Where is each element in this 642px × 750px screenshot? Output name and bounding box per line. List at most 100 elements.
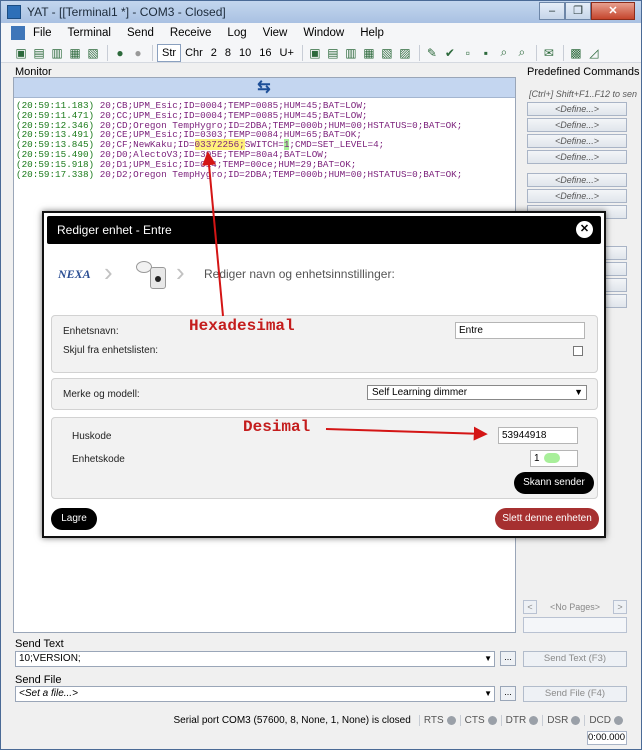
monitor-rx-icon[interactable]: ▥ (343, 45, 359, 61)
find-icon[interactable]: ⌕ (496, 45, 512, 61)
house-code-input[interactable]: 53944918 (498, 427, 578, 444)
predefined-command-3[interactable]: <Define...> (527, 134, 627, 148)
brand-model-select[interactable]: Self Learning dimmer ▼ (367, 385, 587, 400)
chevron-down-icon[interactable]: ▼ (484, 652, 492, 666)
dcd-indicator: DCD (584, 714, 627, 726)
scan-sender-button[interactable]: Skann sender (514, 472, 594, 494)
open-icon[interactable]: ▤ (31, 45, 47, 61)
send-file-button[interactable]: Send File (F4) (523, 686, 627, 702)
menu-help[interactable]: Help (352, 23, 392, 43)
toolbar-separator (535, 44, 537, 61)
house-code-label: Huskode (72, 431, 112, 442)
rts-led-icon (446, 715, 456, 725)
settings-icon[interactable]: ▧ (85, 45, 101, 61)
print-icon[interactable]: ▨ (397, 45, 413, 61)
toolbar-separator (418, 44, 420, 61)
radix-string-button[interactable]: Str (157, 43, 182, 62)
edit-device-dialog: Rediger enhet - Entre ✕ NEXA › › Rediger… (42, 211, 606, 538)
save-all-icon[interactable]: ▦ (67, 45, 83, 61)
log-clear-icon[interactable]: ▪ (478, 45, 494, 61)
dcd-label: DCD (589, 714, 611, 726)
decimal-annotation: Desimal (243, 418, 311, 436)
next-page-icon[interactable]: > (612, 600, 627, 614)
send-text-label: Send Text (15, 638, 64, 650)
restore-button[interactable]: ❐ (565, 2, 591, 20)
chevron-down-icon[interactable]: ▼ (484, 687, 492, 701)
app-window: YAT - [[Terminal1 *] - COM3 - Closed] – … (0, 0, 642, 750)
swap-direction-icon[interactable]: ⇆ (254, 79, 274, 97)
radix-bin-button[interactable]: 2 (207, 45, 221, 61)
minimize-button[interactable]: – (539, 2, 565, 20)
hide-from-list-label: Skjul fra enhetslisten: (63, 345, 159, 356)
chevron-down-icon: ▼ (574, 387, 583, 397)
previous-page-icon[interactable]: < (523, 600, 537, 614)
highlight-mark (543, 453, 560, 464)
hide-from-list-checkbox[interactable] (573, 346, 583, 356)
menu-view[interactable]: View (255, 23, 296, 43)
send-text-button[interactable]: Send Text (F3) (523, 651, 627, 667)
send-file-browse-button[interactable]: ... (500, 686, 516, 701)
close-port-icon[interactable]: ● (130, 45, 146, 61)
window-title: YAT - [[Terminal1 *] - COM3 - Closed] (27, 5, 226, 19)
save-icon[interactable]: ▥ (49, 45, 65, 61)
menu-log[interactable]: Log (219, 23, 254, 43)
dtr-indicator[interactable]: DTR (500, 714, 543, 726)
predefined-hint: [Ctrl+] Shift+F1..F12 to send (529, 89, 637, 99)
radix-oct-button[interactable]: 8 (221, 45, 235, 61)
unit-code-value: 1 (534, 453, 540, 464)
dialog-title: Rediger enhet - Entre (57, 223, 172, 237)
radix-unicode-button[interactable]: U+ (276, 45, 298, 61)
toolbar-separator (301, 44, 303, 61)
chart-icon[interactable]: ◿ (586, 45, 602, 61)
dsr-indicator: DSR (542, 714, 584, 726)
monitor-lines: (20:59:11.183) 20;CB;UPM_Esic;ID=0004;TE… (16, 101, 462, 179)
predefined-command-2[interactable]: <Define...> (527, 118, 627, 132)
toolbar-separator (107, 44, 108, 61)
page-select[interactable] (523, 617, 627, 633)
format-icon[interactable]: ▩ (568, 45, 584, 61)
radix-hex-button[interactable]: 16 (255, 45, 275, 61)
refresh-icon[interactable]: ▧ (379, 45, 395, 61)
send-text-input[interactable]: 10;VERSION; ▼ (15, 651, 495, 667)
send-file-input[interactable]: <Set a file...> ▼ (15, 686, 495, 702)
close-icon[interactable]: ✕ (576, 221, 593, 238)
predefined-command-1[interactable]: <Define...> (527, 102, 627, 116)
dsr-label: DSR (547, 714, 569, 726)
send-text-options-button[interactable]: ... (500, 651, 516, 666)
predefined-command-4[interactable]: <Define...> (527, 150, 627, 164)
radix-char-button[interactable]: Chr (181, 45, 207, 61)
menu-file[interactable]: File (25, 23, 60, 43)
menu-terminal[interactable]: Terminal (60, 23, 119, 43)
save-button[interactable]: Lagre (51, 508, 97, 530)
log-off-icon[interactable]: ▫ (460, 45, 476, 61)
brand-model-value: Self Learning dimmer (372, 387, 468, 398)
delete-device-button[interactable]: Slett denne enheten (495, 508, 599, 530)
predefined-command-5[interactable]: <Define...> (527, 173, 627, 187)
log-on-icon[interactable]: ✔ (442, 45, 458, 61)
window-buttons: – ❐ ✕ (539, 2, 635, 20)
menu-receive[interactable]: Receive (162, 23, 220, 43)
breadcrumb-text: Rediger navn og enhetsinnstillinger: (204, 267, 395, 281)
monitor-bidir-icon[interactable]: ▤ (325, 45, 341, 61)
unit-code-input[interactable]: 1 (530, 450, 578, 467)
rts-indicator[interactable]: RTS (418, 714, 460, 726)
device-name-input[interactable]: Entre (455, 322, 585, 339)
comment-icon[interactable]: ✉ (541, 45, 557, 61)
find-next-icon[interactable]: ⌕ (514, 45, 530, 61)
open-port-icon[interactable]: ● (112, 45, 128, 61)
new-terminal-icon[interactable]: ▣ (13, 45, 29, 61)
close-button[interactable]: ✕ (591, 2, 635, 20)
clear-icon[interactable]: ▦ (361, 45, 377, 61)
menu-window[interactable]: Window (295, 23, 352, 43)
menu-send[interactable]: Send (119, 23, 162, 43)
log-settings-icon[interactable]: ✎ (424, 45, 440, 61)
radix-dec-button[interactable]: 10 (235, 45, 255, 61)
nexa-logo: NEXA (58, 267, 91, 281)
elapsed-timer: 0:00.000 (587, 731, 627, 745)
monitor-tx-icon[interactable]: ▣ (307, 45, 323, 61)
terminal-icon[interactable] (11, 26, 25, 40)
predefined-command-6[interactable]: <Define...> (527, 189, 627, 203)
cts-indicator: CTS (459, 714, 501, 726)
title-bar: YAT - [[Terminal1 *] - COM3 - Closed] – … (1, 1, 641, 23)
chevron-right-icon: › (104, 257, 113, 287)
